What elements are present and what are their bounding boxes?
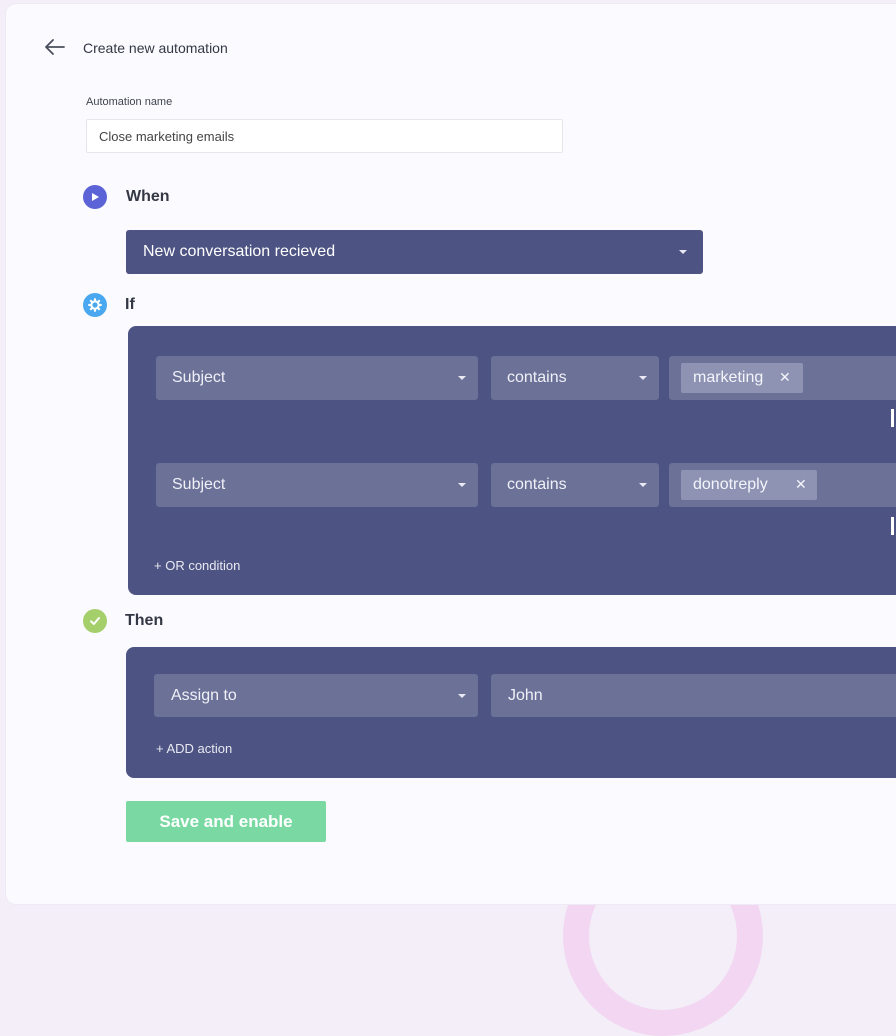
if-label: If [125,296,135,313]
arrow-left-icon[interactable] [44,38,66,56]
chevron-down-icon [679,250,687,254]
condition-operator-value: contains [507,476,567,493]
gear-icon [83,293,107,317]
when-label: When [126,188,170,205]
condition-operator-value: contains [507,369,567,386]
chevron-down-icon [458,483,466,487]
condition-field-value: Subject [172,476,226,493]
action-type-value: Assign to [171,686,237,704]
chevron-down-icon [458,693,466,698]
action-type-select[interactable]: Assign to [154,674,478,717]
page-title: Create new automation [83,40,228,56]
play-icon [83,185,107,209]
tag-label: donotreply [693,476,768,493]
assignee-select[interactable]: John [491,674,896,717]
automation-name-input[interactable] [86,119,563,153]
then-label: Then [125,612,164,629]
trigger-select[interactable]: New conversation recieved [126,230,703,274]
check-icon [83,609,107,633]
condition-operator-select[interactable]: contains [491,463,659,507]
condition-value-input[interactable]: donotreply ✕ [669,463,896,507]
chevron-down-icon [639,483,647,487]
close-icon[interactable]: ✕ [779,369,791,386]
conditions-panel: Subject contains marketing ✕ Subject con… [128,326,896,595]
condition-value-input[interactable]: marketing ✕ [669,356,896,400]
panel-edge-marker [891,517,894,535]
close-icon[interactable]: ✕ [795,476,807,493]
or-condition-button[interactable]: + OR condition [154,558,240,573]
chevron-down-icon [639,376,647,380]
automation-name-label: Automation name [86,96,173,108]
chevron-down-icon [458,376,466,380]
tag-label: marketing [693,369,764,386]
trigger-value: New conversation recieved [143,243,336,260]
assignee-value: John [508,686,543,704]
panel-edge-marker [891,409,894,427]
actions-panel: Assign to John + ADD action [126,647,896,778]
condition-field-select[interactable]: Subject [156,356,478,400]
add-action-button[interactable]: + ADD action [156,741,232,756]
condition-field-select[interactable]: Subject [156,463,478,507]
save-and-enable-button[interactable]: Save and enable [126,801,326,842]
condition-field-value: Subject [172,369,226,386]
condition-operator-select[interactable]: contains [491,356,659,400]
